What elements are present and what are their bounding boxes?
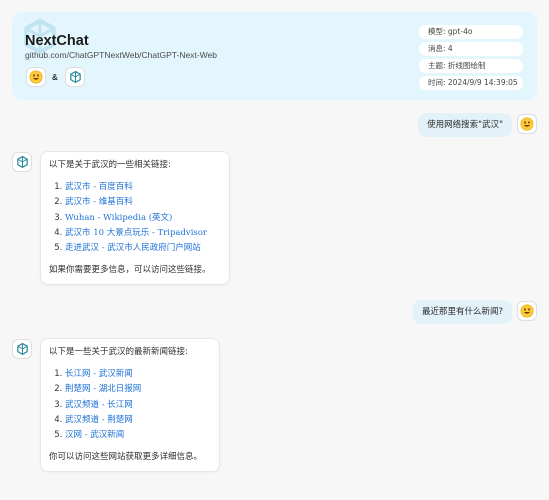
user-message-bubble: 最近那里有什么新闻? xyxy=(412,300,512,324)
openai-logo-icon xyxy=(16,155,28,168)
bot-message-bubble: 以下是关于武汉的一些相关链接: 武汉市 - 百度百科 武汉市 - 维基百科 Wu… xyxy=(40,151,230,286)
list-item: 走进武汉 - 武汉市人民政府门户网站 xyxy=(65,241,221,256)
chat-meta-list: 模型: gpt-4o 消息: 4 主题: 折线图绘制 时间: 2024/9/9 … xyxy=(419,25,523,93)
user-avatar-chip[interactable] xyxy=(26,67,46,87)
result-link[interactable]: Wuhan - Wikipedia (英文) xyxy=(65,213,172,223)
list-item: 荆楚网 - 湖北日报网 xyxy=(65,382,211,397)
user-avatar[interactable] xyxy=(517,114,537,134)
bot-avatar[interactable] xyxy=(12,339,32,359)
openai-logo-icon xyxy=(69,70,81,83)
app-repo-link[interactable]: github.com/ChatGPTNextWeb/ChatGPT-Next-W… xyxy=(25,50,217,60)
user-message-bubble: 使用网络搜索"武汉" xyxy=(418,113,512,137)
bot-avatar[interactable] xyxy=(12,152,32,172)
result-link[interactable]: 武汉市 - 百度百科 xyxy=(65,182,133,192)
meta-topic: 主题: 折线图绘制 xyxy=(419,59,523,73)
ampersand-label: & xyxy=(52,73,58,82)
news-link[interactable]: 长江网 - 武汉新闻 xyxy=(65,369,133,379)
news-link[interactable]: 武汉频道 - 长江网 xyxy=(65,400,133,410)
meta-model: 模型: gpt-4o xyxy=(419,25,523,39)
link-list: 武汉市 - 百度百科 武汉市 - 维基百科 Wuhan - Wikipedia … xyxy=(65,180,221,256)
bot-message-intro: 以下是关于武汉的一些相关链接: xyxy=(49,160,171,170)
link-list: 长江网 - 武汉新闻 荆楚网 - 湖北日报网 武汉频道 - 长江网 武汉频道 -… xyxy=(65,367,211,443)
meta-message-count: 消息: 4 xyxy=(419,42,523,56)
list-item: 武汉频道 - 荆楚网 xyxy=(65,413,211,428)
bot-message-outro: 你可以访问这些网站获取更多详细信息。 xyxy=(49,452,203,463)
list-item: 长江网 - 武汉新闻 xyxy=(65,367,211,382)
list-item: 武汉市 - 维基百科 xyxy=(65,195,221,210)
app-title: NextChat xyxy=(25,33,89,49)
news-link[interactable]: 汉网 - 武汉新闻 xyxy=(65,430,124,440)
openai-logo-icon xyxy=(16,342,28,355)
list-item: 武汉市 10 大景点玩乐 - Tripadvisor xyxy=(65,226,221,241)
smiley-emoji-icon xyxy=(520,304,534,318)
list-item: 汉网 - 武汉新闻 xyxy=(65,428,211,443)
news-link[interactable]: 荆楚网 - 湖北日报网 xyxy=(65,384,141,394)
meta-time: 时间: 2024/9/9 14:39:05 xyxy=(419,76,523,90)
result-link[interactable]: 武汉市 - 维基百科 xyxy=(65,197,133,207)
smiley-emoji-icon xyxy=(520,117,534,131)
news-link[interactable]: 武汉频道 - 荆楚网 xyxy=(65,415,133,425)
result-link[interactable]: 武汉市 10 大景点玩乐 - Tripadvisor xyxy=(65,228,207,238)
smiley-emoji-icon xyxy=(29,70,43,84)
bot-avatar-chip[interactable] xyxy=(65,67,85,87)
result-link[interactable]: 走进武汉 - 武汉市人民政府门户网站 xyxy=(65,243,201,253)
list-item: Wuhan - Wikipedia (英文) xyxy=(65,211,221,226)
chat-page: NextChat github.com/ChatGPTNextWeb/ChatG… xyxy=(0,0,549,500)
bot-message-intro: 以下是一些关于武汉的最新新闻链接: xyxy=(49,347,188,357)
list-item: 武汉市 - 百度百科 xyxy=(65,180,221,195)
bot-message-outro: 如果你需要更多信息，可以访问这些链接。 xyxy=(49,265,211,276)
user-avatar[interactable] xyxy=(517,301,537,321)
chat-header: NextChat github.com/ChatGPTNextWeb/ChatG… xyxy=(12,12,537,100)
bot-message-bubble: 以下是一些关于武汉的最新新闻链接: 长江网 - 武汉新闻 荆楚网 - 湖北日报网… xyxy=(40,338,220,473)
list-item: 武汉频道 - 长江网 xyxy=(65,398,211,413)
